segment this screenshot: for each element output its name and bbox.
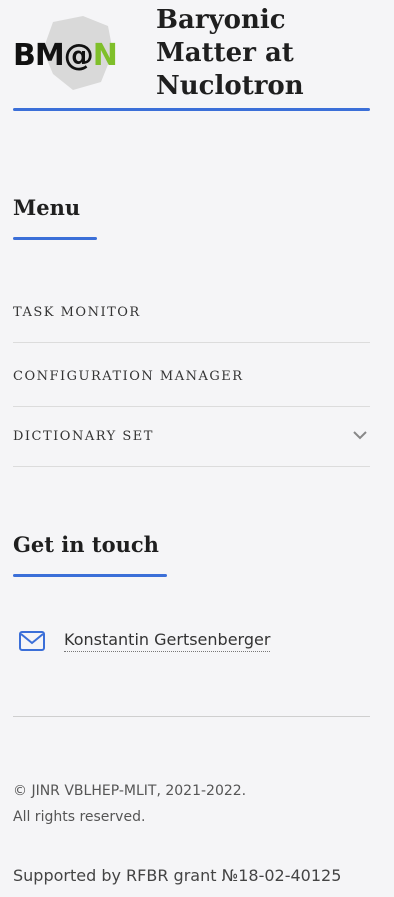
footer-divider bbox=[13, 716, 370, 717]
mail-icon bbox=[19, 631, 45, 651]
menu-item-label: TASK MONITOR bbox=[13, 305, 141, 320]
contact-title: Get in touch bbox=[13, 532, 159, 557]
bmn-logo[interactable]: BM@N bbox=[13, 12, 153, 92]
menu-item-configuration-manager[interactable]: CONFIGURATION MANAGER bbox=[13, 347, 370, 407]
menu-item-task-monitor[interactable]: TASK MONITOR bbox=[13, 283, 370, 343]
menu-item-label: CONFIGURATION MANAGER bbox=[13, 369, 244, 384]
site-header: BM@N Baryonic Matter at Nuclotron bbox=[13, 0, 370, 112]
site-title-line3: Nuclotron bbox=[156, 71, 304, 101]
header-underline bbox=[13, 108, 370, 111]
logo-wordmark: BM@N bbox=[13, 38, 118, 73]
site-title-line2: Matter at bbox=[156, 38, 294, 68]
logo-text-accent: N bbox=[92, 38, 118, 73]
menu-title: Menu bbox=[13, 195, 81, 220]
support-text: Supported by RFBR grant №18-02-40125 bbox=[13, 866, 342, 885]
contact-title-underline bbox=[13, 574, 167, 577]
menu-item-label: DICTIONARY SET bbox=[13, 429, 154, 444]
rights-text: All rights reserved. bbox=[13, 809, 146, 825]
copyright-text: © JINR VBLHEP-MLIT, 2021-2022. bbox=[13, 783, 247, 799]
contact-name-link[interactable]: Konstantin Gertsenberger bbox=[64, 630, 271, 652]
site-title[interactable]: Baryonic Matter at Nuclotron bbox=[156, 4, 304, 103]
logo-text-main: BM@ bbox=[13, 38, 94, 73]
menu-title-underline bbox=[13, 237, 97, 240]
contact-row: Konstantin Gertsenberger bbox=[18, 626, 271, 656]
menu-item-dictionary-set[interactable]: DICTIONARY SET bbox=[13, 407, 370, 467]
chevron-down-icon[interactable] bbox=[352, 429, 368, 441]
site-title-line1: Baryonic bbox=[156, 5, 286, 35]
